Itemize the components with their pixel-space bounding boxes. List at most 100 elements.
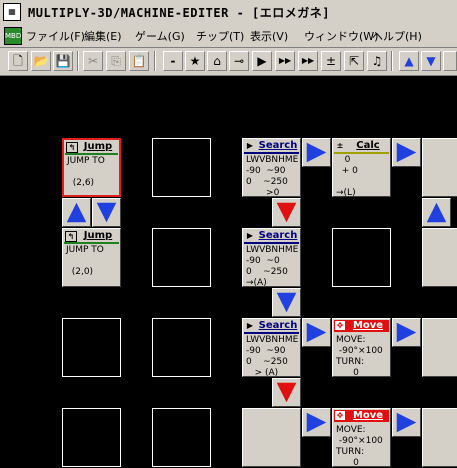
home-chip-icon[interactable]: ⌂ — [207, 51, 227, 71]
chip-body: LWVBNHME -90 ~90 0 ~250 > (A) — [246, 335, 299, 378]
toolbar-separator — [154, 51, 156, 71]
chip-name: Move — [352, 410, 384, 421]
toolbar-separator — [391, 51, 393, 71]
move-chip[interactable]: ✥ Move MOVE: -90°×100 TURN: 0 — [332, 318, 391, 378]
arrow-right-blue[interactable] — [392, 138, 421, 167]
menu-file[interactable]: ファイル(F) — [26, 28, 85, 44]
open-folder-icon[interactable]: 📂 — [31, 51, 51, 71]
move-chip-icon: ✥ — [335, 321, 345, 330]
sound-icon[interactable]: ♫ — [367, 51, 387, 71]
toolbar: 🗋 📂 💾 ✂ ⎘ 📋 - ★ ⌂ ⊸ ▶ ▶▶ ▶▶ ± ⇱ ♫ ▲ ▼ — [0, 48, 457, 76]
empty-slot[interactable] — [152, 138, 211, 197]
empty-slot[interactable] — [332, 228, 391, 287]
toolbar-separator — [77, 51, 79, 71]
menu-help[interactable]: ヘルプ(H) — [372, 28, 422, 44]
arrow-down-red[interactable] — [272, 198, 301, 227]
chip-name: Move — [352, 320, 384, 331]
arrow-right-blue[interactable] — [392, 408, 421, 437]
machine-grid[interactable]: ↰ Jump JUMP TO (2,6) ▶ Search LWVBNHME -90… — [0, 76, 457, 468]
empty-slot[interactable] — [152, 318, 211, 377]
mdi-document-icon[interactable]: MBD — [4, 27, 22, 45]
menu-chip[interactable]: チップ(T) — [196, 28, 244, 44]
menu-game[interactable]: ゲーム(G) — [135, 28, 185, 44]
arrow-down-icon[interactable]: ▼ — [421, 51, 441, 71]
move-chip-icon: ✥ — [335, 411, 345, 420]
arrow-up-icon[interactable]: ▲ — [399, 51, 419, 71]
empty-slot[interactable] — [62, 318, 121, 377]
arrow-right-blue[interactable] — [302, 408, 331, 437]
chip-header-bar — [244, 332, 299, 334]
chip-name: Search — [258, 230, 298, 241]
menu-view[interactable]: 表示(V) — [250, 28, 288, 44]
jump-chip-icon: ↰ — [66, 142, 78, 153]
calc-chip-icon: ± — [336, 141, 344, 150]
save-icon[interactable]: 💾 — [53, 51, 73, 71]
partial-chip[interactable] — [422, 408, 457, 467]
search-chip[interactable]: ▶ Search LWVBNHME -90 ~90 0 ~250 >0 — [242, 138, 301, 198]
chip-header: ▶ Search — [244, 230, 299, 242]
arrow-down-blue[interactable] — [272, 288, 301, 317]
jump-chip[interactable]: ↰ Jump JUMP TO (2,0) — [62, 228, 121, 287]
play-chip-icon[interactable]: ▶ — [252, 51, 272, 71]
jump-branch-icon[interactable]: ▶▶ — [275, 51, 295, 71]
arrow-down-red[interactable] — [272, 378, 301, 407]
partial-chip[interactable] — [422, 228, 457, 287]
condition-branch-icon[interactable]: ▶▶ — [298, 51, 318, 71]
empty-slot[interactable] — [62, 408, 121, 467]
copy-icon[interactable]: ⎘ — [106, 51, 126, 71]
chip-header: ± Calc — [334, 140, 389, 152]
calc-chip-icon[interactable]: ± — [321, 51, 341, 71]
arrow-right-blue[interactable] — [302, 318, 331, 347]
chip-header: ▶ Search — [244, 320, 299, 332]
menu-edit[interactable]: 編集(E) — [84, 28, 122, 44]
chip-name: Search — [258, 320, 298, 331]
chip-header-bar — [65, 153, 118, 155]
arrow-right-blue[interactable] — [392, 318, 421, 347]
chip-header-bar — [244, 242, 299, 244]
arrow-right-blue[interactable] — [302, 138, 331, 167]
toolbar-overflow[interactable] — [443, 51, 457, 71]
search-chip-icon: ▶ — [246, 321, 254, 330]
menu-bar: MBD ファイル(F) 編集(E) ゲーム(G) チップ(T) 表示(V) ウィ… — [0, 24, 457, 48]
blank-chip[interactable] — [242, 408, 301, 467]
chip-body: LWVBNHME -90 ~90 0 ~250 >0 — [246, 155, 299, 198]
chip-name: Calc — [356, 140, 380, 151]
chip-body: 0 + 0 →(L) — [336, 155, 358, 198]
arrow-down-blue[interactable] — [92, 198, 121, 227]
jump-chip[interactable]: ↰ Jump JUMP TO (2,6) — [62, 138, 121, 197]
window-title: MULTIPLY-3D/MACHINE-EDITER - [エロメガネ] — [28, 6, 330, 20]
subroutine-icon[interactable]: ⇱ — [344, 51, 364, 71]
chip-body: JUMP TO (2,0) — [66, 245, 104, 277]
chip-body: MOVE: -90°×100 TURN: 0 — [336, 335, 383, 378]
chip-header: ✥ Move — [334, 320, 389, 332]
calc-chip[interactable]: ± Calc 0 + 0 →(L) — [332, 138, 391, 198]
empty-slot[interactable] — [152, 408, 211, 467]
new-file-icon[interactable]: 🗋 — [8, 51, 28, 71]
chip-header: ✥ Move — [334, 410, 389, 422]
move-chip[interactable]: ✥ Move MOVE: -90°×100 TURN: 0 — [332, 408, 391, 468]
partial-chip[interactable] — [422, 138, 457, 197]
chip-body: MOVE: -90°×100 TURN: 0 — [336, 425, 383, 468]
arrow-up-blue[interactable] — [422, 198, 451, 227]
search-chip-icon: ▶ — [246, 231, 254, 240]
search-chip-icon: ▶ — [246, 141, 254, 150]
cut-icon[interactable]: ✂ — [83, 51, 103, 71]
partial-chip[interactable] — [422, 318, 457, 377]
app-icon: ▦ — [3, 3, 21, 21]
search-chip[interactable]: ▶ Search LWVBNHME -90 ~90 0 ~250 > (A) — [242, 318, 301, 378]
menu-window[interactable]: ウィンドウ(W) — [304, 28, 378, 44]
key-chip-icon[interactable]: ⊸ — [229, 51, 249, 71]
chip-header-bar — [334, 152, 389, 154]
chip-body: JUMP TO (2,6) — [67, 156, 105, 188]
chip-header-bar — [64, 242, 119, 244]
minus-chip-icon[interactable]: - — [163, 51, 183, 71]
chip-name: Search — [258, 140, 298, 151]
chip-header: ▶ Search — [244, 140, 299, 152]
paste-icon[interactable]: 📋 — [129, 51, 149, 71]
star-chip-icon[interactable]: ★ — [185, 51, 205, 71]
search-chip[interactable]: ▶ Search LWVBNHME -90 ~0 0 ~250 →(A) — [242, 228, 301, 288]
arrow-up-blue[interactable] — [62, 198, 91, 227]
chip-name: Jump — [83, 230, 113, 241]
chip-header: ↰ Jump — [65, 141, 118, 153]
empty-slot[interactable] — [152, 228, 211, 287]
